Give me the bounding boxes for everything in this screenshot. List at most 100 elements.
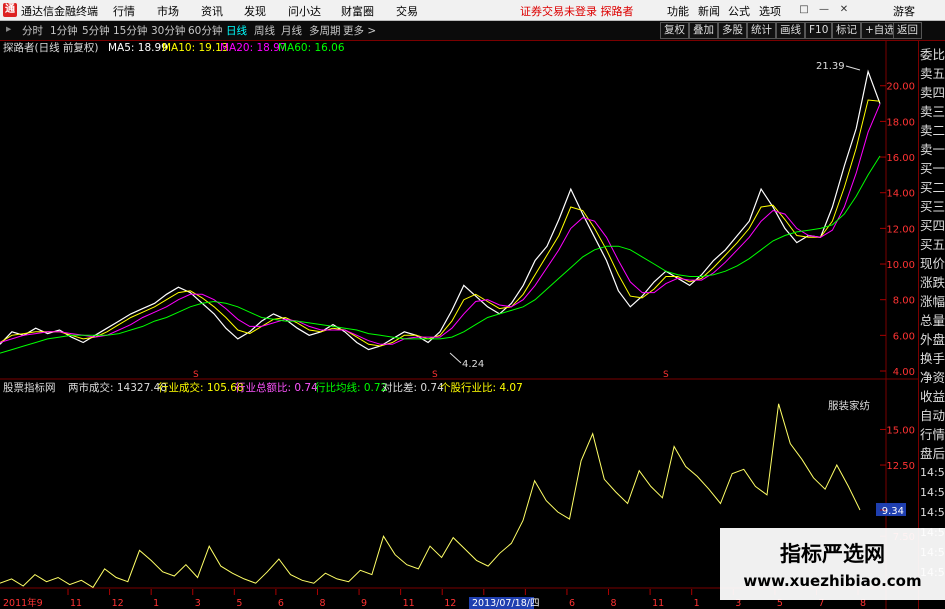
side-item[interactable]: 净资 [920, 368, 945, 388]
side-item[interactable]: 换手 [920, 349, 945, 369]
back-button[interactable]: 返回 [893, 22, 922, 39]
login-notice[interactable]: 证券交易未登录 探路者 [520, 3, 634, 19]
minimize-icon[interactable]: — [817, 3, 831, 16]
sub-legend-2: 行业成交: 105.68 [158, 381, 244, 394]
side-item[interactable]: 委比 [920, 45, 945, 65]
side-item[interactable]: 卖三 [920, 102, 945, 122]
sub-axis: 15.0012.509.347.50 [876, 425, 915, 543]
side-item[interactable]: 盘后 [920, 444, 945, 464]
sub-tick: 12.50 [886, 461, 915, 472]
period-daily[interactable]: 日线 [226, 23, 247, 38]
quote-side-panel: 委比 卖五 卖四 卖三 卖二 卖一 买一 买二 买三 买四 买五 现价 涨跌 涨幅 总量 外盘 换手 净资 收益 自动… [918, 41, 945, 609]
period-15min[interactable]: 15分钟 [113, 23, 147, 38]
side-item[interactable]: 卖四 [920, 83, 945, 103]
side-item[interactable]: 涨跌 [920, 273, 945, 293]
ma20-legend: MA20: 18.97 [220, 42, 287, 54]
app-logo: 通 [3, 3, 17, 17]
signal-marker-1: S [193, 370, 199, 380]
menu-wenxiaoda[interactable]: 问小达 [288, 3, 321, 19]
signal-marker-2: S [432, 370, 438, 380]
high-annotation: 21.39 [816, 61, 845, 72]
side-item[interactable]: 买二 [920, 178, 945, 198]
period-weekly[interactable]: 周线 [254, 23, 275, 38]
period-more[interactable]: 更多 > [343, 23, 376, 38]
close-icon[interactable]: ✕ [837, 3, 851, 16]
period-multi[interactable]: 多周期 [309, 23, 341, 38]
period-fenshi[interactable]: 分时 [22, 23, 43, 38]
price-tick: 4.00 [893, 367, 915, 378]
stock-legend: 探路者(日线 前复权) [3, 41, 99, 54]
side-item[interactable]: 总量 [920, 311, 945, 331]
side-item[interactable]: 行情 [920, 425, 945, 445]
draw-line-button[interactable]: 画线 [776, 22, 805, 39]
x-axis-label: 11 [70, 598, 82, 609]
f10-button[interactable]: F10 [805, 22, 833, 39]
price-tick: 8.00 [893, 296, 915, 307]
menu-gongneng[interactable]: 功能 [667, 3, 689, 19]
sub-legend-1: 两市成交: 14327.48 [68, 381, 167, 394]
x-axis-label: 11 [403, 598, 415, 609]
menu-xinwen[interactable]: 新闻 [698, 3, 720, 19]
sub-legend-6: 个股行业比: 4.07 [440, 381, 523, 394]
menu-gongshi[interactable]: 公式 [728, 3, 750, 19]
sub-legend-4: 行比均线: 0.72 [315, 381, 387, 394]
sub-legend-3: 行业总额比: 0.74 [235, 381, 318, 394]
menu-hangqing[interactable]: 行情 [113, 3, 135, 19]
price-tick: 18.00 [886, 117, 915, 128]
x-axis-label: 6 [278, 598, 284, 609]
app-name: 通达信金融终端 [21, 5, 98, 18]
x-axis-label: 8 [611, 598, 617, 609]
side-item[interactable]: 涨幅 [920, 292, 945, 312]
sub-current-value: 9.34 [882, 506, 904, 517]
side-item[interactable]: 收益 [920, 387, 945, 407]
menu-faxian[interactable]: 发现 [244, 3, 266, 19]
watermark: 指标严选网 www.xuezhibiao.com [720, 528, 945, 600]
side-item[interactable]: 买一 [920, 159, 945, 179]
price-tick: 20.00 [886, 82, 915, 93]
side-item[interactable]: 自动 [920, 406, 945, 426]
industry-label: 服装家纺 [828, 399, 870, 412]
side-time: 14:50 [920, 486, 945, 499]
period-monthly[interactable]: 月线 [281, 23, 302, 38]
side-time: 14:50 [920, 506, 945, 519]
fuquan-button[interactable]: 复权 [660, 22, 689, 39]
restore-icon[interactable]: □ [797, 3, 811, 16]
period-1min[interactable]: 1分钟 [50, 23, 78, 38]
menu-caifuquan[interactable]: 财富圈 [341, 3, 374, 19]
side-item[interactable]: 现价 [920, 254, 945, 274]
period-60min[interactable]: 60分钟 [188, 23, 222, 38]
menu-shichang[interactable]: 市场 [157, 3, 179, 19]
side-item[interactable]: 外盘 [920, 330, 945, 350]
menu-jiaoyi[interactable]: 交易 [396, 3, 418, 19]
stats-button[interactable]: 统计 [747, 22, 776, 39]
cursor-date: 2013/07/18/四 [472, 598, 539, 609]
x-axis-label: 3 [195, 598, 201, 609]
side-item[interactable]: 卖二 [920, 121, 945, 141]
x-axis-label: 5 [236, 598, 242, 609]
multi-stock-button[interactable]: 多股 [718, 22, 747, 39]
x-axis-label: 6 [569, 598, 575, 609]
guest-label[interactable]: 游客 [893, 3, 915, 19]
side-item[interactable]: 买五 [920, 235, 945, 255]
side-item[interactable]: 买三 [920, 197, 945, 217]
side-item[interactable]: 卖一 [920, 140, 945, 160]
low-annotation: 4.24 [462, 359, 484, 370]
period-30min[interactable]: 30分钟 [151, 23, 185, 38]
price-lines [0, 69, 881, 354]
signal-marker-3: S [663, 370, 669, 380]
watermark-title: 指标严选网 [780, 542, 885, 566]
mark-button[interactable]: 标记 [832, 22, 861, 39]
side-item[interactable]: 买四 [920, 216, 945, 236]
x-axis-start-label: 2011年9 [3, 597, 43, 609]
ma10-legend: MA10: 19.13 [162, 42, 229, 54]
kline-chart[interactable]: 探路者(日线 前复权) MA5: 18.99 MA10: 19.13 MA20:… [0, 41, 945, 609]
menu-zixun[interactable]: 资讯 [201, 3, 223, 19]
watermark-url: www.xuezhibiao.com [743, 572, 922, 590]
menu-xuanxiang[interactable]: 选项 [759, 3, 781, 19]
toolbar-arrow-icon[interactable]: ▸ [6, 23, 11, 35]
overlay-button[interactable]: 叠加 [689, 22, 718, 39]
sub-indicator-name: 股票指标网 [3, 381, 56, 394]
side-item[interactable]: 卖五 [920, 64, 945, 84]
period-5min[interactable]: 5分钟 [82, 23, 110, 38]
x-axis-label: 8 [319, 598, 325, 609]
